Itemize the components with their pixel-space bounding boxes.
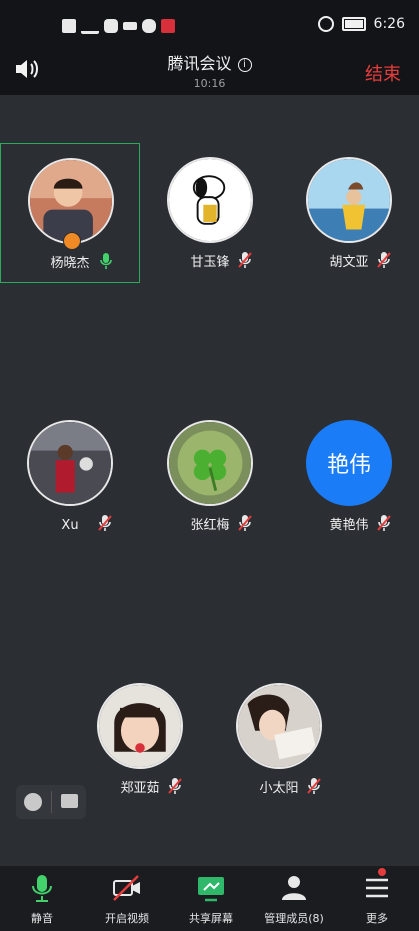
status-icons — [62, 17, 175, 34]
hd-icon — [62, 18, 76, 33]
members-label: 管理成员(8) — [264, 912, 324, 925]
meeting-title: 腾讯会议 — [167, 54, 232, 73]
emoji-icon[interactable] — [24, 793, 42, 811]
participant-name: Xu — [61, 518, 79, 533]
notification-dot — [378, 868, 386, 876]
meeting-header: 腾讯会议 i 10:16 结束 — [0, 40, 419, 95]
video-label: 开启视频 — [105, 912, 149, 925]
members-icon — [282, 876, 306, 900]
participant-tile[interactable]: 小太阳 — [209, 669, 349, 809]
more-label: 更多 — [366, 912, 388, 925]
mic-muted-icon — [238, 515, 252, 531]
menu-icon — [366, 878, 388, 898]
avatar — [306, 157, 392, 243]
mic-on-icon — [100, 253, 112, 269]
battery-icon — [341, 17, 366, 31]
participant-tile[interactable]: 胡文亚 — [279, 143, 419, 283]
qq-icon — [142, 18, 156, 33]
participant-name: 郑亚茹 — [120, 781, 160, 796]
participant-name: 小太阳 — [259, 781, 299, 796]
participant-tile[interactable]: 杨晓杰 — [0, 143, 140, 283]
end-meeting-button[interactable]: 结束 — [365, 60, 401, 86]
mic-status-icon — [161, 18, 175, 33]
microphone-icon — [32, 875, 52, 902]
avatar — [97, 683, 183, 769]
mic-muted-icon — [377, 252, 391, 268]
participant-name: 黄艳伟 — [329, 518, 369, 533]
start-video-button[interactable]: 开启视频 — [96, 866, 158, 931]
participant-name: 张红梅 — [190, 518, 230, 533]
mic-muted-icon — [98, 515, 112, 531]
share-screen-icon — [198, 877, 224, 902]
mute-button[interactable]: 静音 — [14, 866, 70, 931]
participant-name: 甘玉锋 — [190, 255, 230, 270]
bottom-toolbar: 静音 开启视频 共享屏幕 管理成员(8) 更多 — [0, 866, 419, 931]
participant-name: 杨晓杰 — [50, 256, 90, 271]
share-label: 共享屏幕 — [189, 912, 233, 925]
participant-tile[interactable]: 甘玉锋 — [140, 143, 280, 283]
participant-name: 胡文亚 — [329, 255, 369, 270]
avatar — [167, 157, 253, 243]
host-badge — [63, 232, 81, 250]
meeting-duration: 10:16 — [193, 77, 226, 90]
participant-tile[interactable]: 张红梅 — [140, 406, 280, 546]
participant-tile[interactable]: 艳伟 黄艳伟 — [279, 406, 419, 546]
participant-tile[interactable]: Xu — [0, 406, 140, 546]
reaction-chat-panel — [16, 785, 86, 819]
mic-muted-icon — [307, 778, 321, 794]
avatar — [27, 420, 113, 506]
signal-icon — [81, 17, 99, 34]
video-off-icon — [113, 875, 140, 901]
status-bar: 6:26 — [0, 0, 419, 40]
more-button[interactable]: 更多 — [350, 866, 404, 931]
mute-label: 静音 — [31, 912, 53, 925]
status-time: 6:26 — [373, 16, 405, 32]
alarm-icon — [317, 16, 334, 32]
mic-muted-icon — [238, 252, 252, 268]
avatar: 艳伟 — [306, 420, 392, 506]
avatar — [167, 420, 253, 506]
participant-tile[interactable]: 郑亚茹 — [70, 669, 210, 809]
divider — [51, 791, 52, 813]
cloud-icon — [123, 21, 137, 30]
manage-members-button[interactable]: 管理成员(8) — [258, 866, 330, 931]
info-icon[interactable]: i — [237, 58, 252, 72]
app-icon — [104, 18, 118, 33]
mic-muted-icon — [168, 778, 182, 794]
mic-muted-icon — [377, 515, 391, 531]
chat-icon[interactable] — [61, 794, 78, 808]
avatar — [236, 683, 322, 769]
share-screen-button[interactable]: 共享屏幕 — [180, 866, 242, 931]
